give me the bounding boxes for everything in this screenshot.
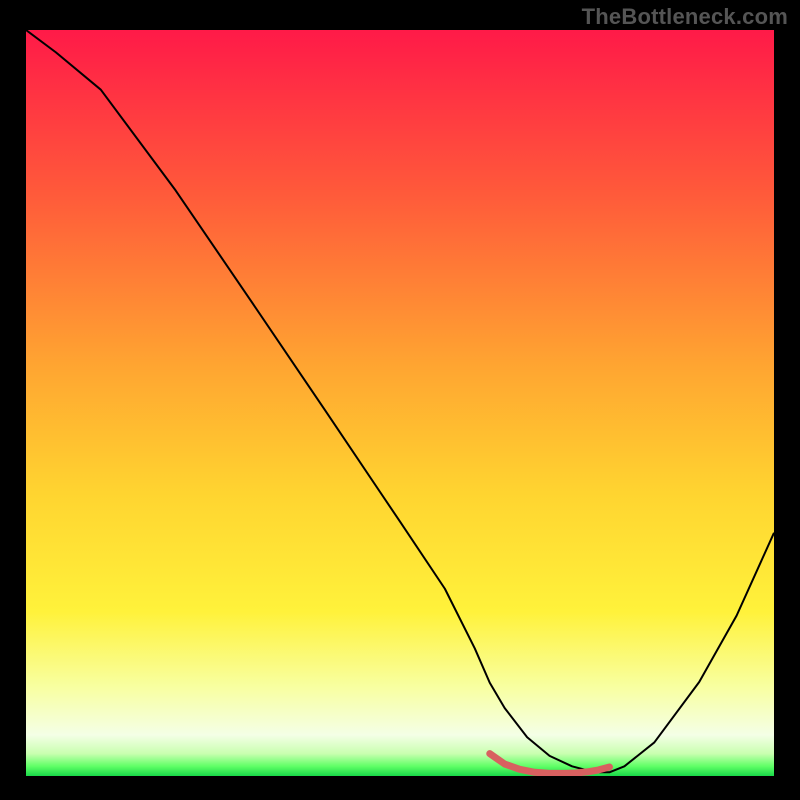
chart-container: TheBottleneck.com xyxy=(0,0,800,800)
chart-svg xyxy=(26,30,774,776)
chart-background xyxy=(26,30,774,776)
watermark-text: TheBottleneck.com xyxy=(582,4,788,30)
chart-plot-area xyxy=(26,30,774,776)
